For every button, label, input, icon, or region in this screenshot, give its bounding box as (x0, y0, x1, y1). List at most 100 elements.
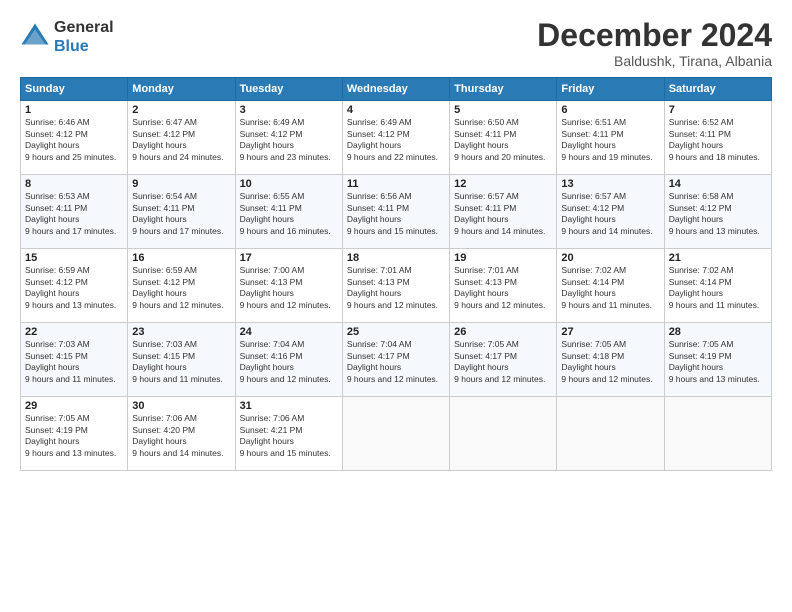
month-title: December 2024 (537, 18, 772, 53)
day-info: Sunrise: 7:04 AMSunset: 4:16 PMDaylight … (240, 339, 338, 385)
calendar-cell: 6Sunrise: 6:51 AMSunset: 4:11 PMDaylight… (557, 101, 664, 175)
day-info: Sunrise: 7:06 AMSunset: 4:21 PMDaylight … (240, 413, 338, 459)
day-number: 12 (454, 178, 552, 190)
day-info: Sunrise: 7:03 AMSunset: 4:15 PMDaylight … (25, 339, 123, 385)
calendar-cell: 22Sunrise: 7:03 AMSunset: 4:15 PMDayligh… (21, 323, 128, 397)
day-number: 26 (454, 326, 552, 338)
calendar-cell (342, 397, 449, 471)
day-info: Sunrise: 7:05 AMSunset: 4:19 PMDaylight … (25, 413, 123, 459)
day-info: Sunrise: 6:57 AMSunset: 4:11 PMDaylight … (454, 191, 552, 237)
day-number: 19 (454, 252, 552, 264)
calendar-cell: 19Sunrise: 7:01 AMSunset: 4:13 PMDayligh… (450, 249, 557, 323)
day-info: Sunrise: 7:05 AMSunset: 4:19 PMDaylight … (669, 339, 767, 385)
day-number: 3 (240, 104, 338, 116)
day-info: Sunrise: 6:51 AMSunset: 4:11 PMDaylight … (561, 117, 659, 163)
calendar-cell: 28Sunrise: 7:05 AMSunset: 4:19 PMDayligh… (664, 323, 771, 397)
day-number: 30 (132, 400, 230, 412)
day-number: 21 (669, 252, 767, 264)
day-info: Sunrise: 6:46 AMSunset: 4:12 PMDaylight … (25, 117, 123, 163)
day-number: 16 (132, 252, 230, 264)
day-number: 9 (132, 178, 230, 190)
calendar-cell: 13Sunrise: 6:57 AMSunset: 4:12 PMDayligh… (557, 175, 664, 249)
calendar-week-4: 22Sunrise: 7:03 AMSunset: 4:15 PMDayligh… (21, 323, 772, 397)
calendar-cell: 17Sunrise: 7:00 AMSunset: 4:13 PMDayligh… (235, 249, 342, 323)
day-number: 13 (561, 178, 659, 190)
day-number: 14 (669, 178, 767, 190)
col-header-tuesday: Tuesday (235, 78, 342, 101)
calendar-cell: 10Sunrise: 6:55 AMSunset: 4:11 PMDayligh… (235, 175, 342, 249)
calendar-cell: 8Sunrise: 6:53 AMSunset: 4:11 PMDaylight… (21, 175, 128, 249)
col-header-monday: Monday (128, 78, 235, 101)
day-info: Sunrise: 6:56 AMSunset: 4:11 PMDaylight … (347, 191, 445, 237)
calendar-cell: 26Sunrise: 7:05 AMSunset: 4:17 PMDayligh… (450, 323, 557, 397)
day-info: Sunrise: 6:47 AMSunset: 4:12 PMDaylight … (132, 117, 230, 163)
day-number: 11 (347, 178, 445, 190)
title-block: December 2024 Baldushk, Tirana, Albania (537, 18, 772, 69)
day-number: 8 (25, 178, 123, 190)
calendar-cell: 18Sunrise: 7:01 AMSunset: 4:13 PMDayligh… (342, 249, 449, 323)
day-number: 28 (669, 326, 767, 338)
page: General Blue December 2024 Baldushk, Tir… (0, 0, 792, 612)
calendar: SundayMondayTuesdayWednesdayThursdayFrid… (20, 77, 772, 471)
col-header-thursday: Thursday (450, 78, 557, 101)
day-number: 29 (25, 400, 123, 412)
calendar-cell: 24Sunrise: 7:04 AMSunset: 4:16 PMDayligh… (235, 323, 342, 397)
calendar-cell: 7Sunrise: 6:52 AMSunset: 4:11 PMDaylight… (664, 101, 771, 175)
calendar-week-3: 15 Sunrise: 6:59 AMSunset: 4:12 PMDayligh… (21, 249, 772, 323)
calendar-cell: 29Sunrise: 7:05 AMSunset: 4:19 PMDayligh… (21, 397, 128, 471)
calendar-week-2: 8Sunrise: 6:53 AMSunset: 4:11 PMDaylight… (21, 175, 772, 249)
calendar-cell: 11Sunrise: 6:56 AMSunset: 4:11 PMDayligh… (342, 175, 449, 249)
calendar-cell: 5Sunrise: 6:50 AMSunset: 4:11 PMDaylight… (450, 101, 557, 175)
day-info: Sunrise: 7:05 AMSunset: 4:17 PMDaylight … (454, 339, 552, 385)
day-info: Sunrise: 6:52 AMSunset: 4:11 PMDaylight … (669, 117, 767, 163)
calendar-cell (450, 397, 557, 471)
day-number: 1 (25, 104, 123, 116)
calendar-cell: 15Sunrise: 6:59 AMSunset: 4:12 PMDayligh… (21, 249, 128, 323)
day-info: Sunrise: 7:05 AMSunset: 4:18 PMDaylight … (561, 339, 659, 385)
calendar-cell: 21Sunrise: 7:02 AMSunset: 4:14 PMDayligh… (664, 249, 771, 323)
calendar-cell: 4Sunrise: 6:49 AMSunset: 4:12 PMDaylight… (342, 101, 449, 175)
calendar-cell: 20Sunrise: 7:02 AMSunset: 4:14 PMDayligh… (557, 249, 664, 323)
calendar-cell: 31Sunrise: 7:06 AMSunset: 4:21 PMDayligh… (235, 397, 342, 471)
day-info: Sunrise: 7:01 AMSunset: 4:13 PMDaylight … (347, 265, 445, 311)
day-number: 10 (240, 178, 338, 190)
calendar-cell: 25Sunrise: 7:04 AMSunset: 4:17 PMDayligh… (342, 323, 449, 397)
calendar-cell: 14Sunrise: 6:58 AMSunset: 4:12 PMDayligh… (664, 175, 771, 249)
day-info: Sunrise: 6:54 AMSunset: 4:11 PMDaylight … (132, 191, 230, 237)
header: General Blue December 2024 Baldushk, Tir… (20, 18, 772, 69)
col-header-wednesday: Wednesday (342, 78, 449, 101)
calendar-cell: 16Sunrise: 6:59 AMSunset: 4:12 PMDayligh… (128, 249, 235, 323)
day-info: Sunrise: 7:03 AMSunset: 4:15 PMDaylight … (132, 339, 230, 385)
day-info: Sunrise: 6:58 AMSunset: 4:12 PMDaylight … (669, 191, 767, 237)
day-number: 17 (240, 252, 338, 264)
day-info: Sunrise: 7:00 AMSunset: 4:13 PMDaylight … (240, 265, 338, 311)
logo-icon (20, 22, 50, 52)
day-info: Sunrise: 7:06 AMSunset: 4:20 PMDaylight … (132, 413, 230, 459)
calendar-cell: 27Sunrise: 7:05 AMSunset: 4:18 PMDayligh… (557, 323, 664, 397)
calendar-cell: 23Sunrise: 7:03 AMSunset: 4:15 PMDayligh… (128, 323, 235, 397)
day-info: Sunrise: 6:49 AMSunset: 4:12 PMDaylight … (240, 117, 338, 163)
calendar-cell: 9Sunrise: 6:54 AMSunset: 4:11 PMDaylight… (128, 175, 235, 249)
day-info: Sunrise: 6:59 AMSunset: 4:12 PMDaylight … (132, 265, 230, 311)
day-number: 24 (240, 326, 338, 338)
day-number: 4 (347, 104, 445, 116)
day-info: Sunrise: 6:57 AMSunset: 4:12 PMDaylight … (561, 191, 659, 237)
calendar-cell: 3Sunrise: 6:49 AMSunset: 4:12 PMDaylight… (235, 101, 342, 175)
day-info: Sunrise: 7:04 AMSunset: 4:17 PMDaylight … (347, 339, 445, 385)
calendar-cell: 12Sunrise: 6:57 AMSunset: 4:11 PMDayligh… (450, 175, 557, 249)
calendar-cell (664, 397, 771, 471)
day-info: Sunrise: 7:02 AMSunset: 4:14 PMDaylight … (669, 265, 767, 311)
day-number: 5 (454, 104, 552, 116)
day-info: Sunrise: 6:53 AMSunset: 4:11 PMDaylight … (25, 191, 123, 237)
subtitle: Baldushk, Tirana, Albania (537, 53, 772, 69)
day-number: 18 (347, 252, 445, 264)
day-number: 22 (25, 326, 123, 338)
day-info: Sunrise: 6:50 AMSunset: 4:11 PMDaylight … (454, 117, 552, 163)
col-header-saturday: Saturday (664, 78, 771, 101)
day-info: Sunrise: 7:01 AMSunset: 4:13 PMDaylight … (454, 265, 552, 311)
day-number: 27 (561, 326, 659, 338)
logo-text: General Blue (54, 18, 114, 56)
col-header-sunday: Sunday (21, 78, 128, 101)
day-number: 15 (25, 252, 123, 264)
day-number: 23 (132, 326, 230, 338)
